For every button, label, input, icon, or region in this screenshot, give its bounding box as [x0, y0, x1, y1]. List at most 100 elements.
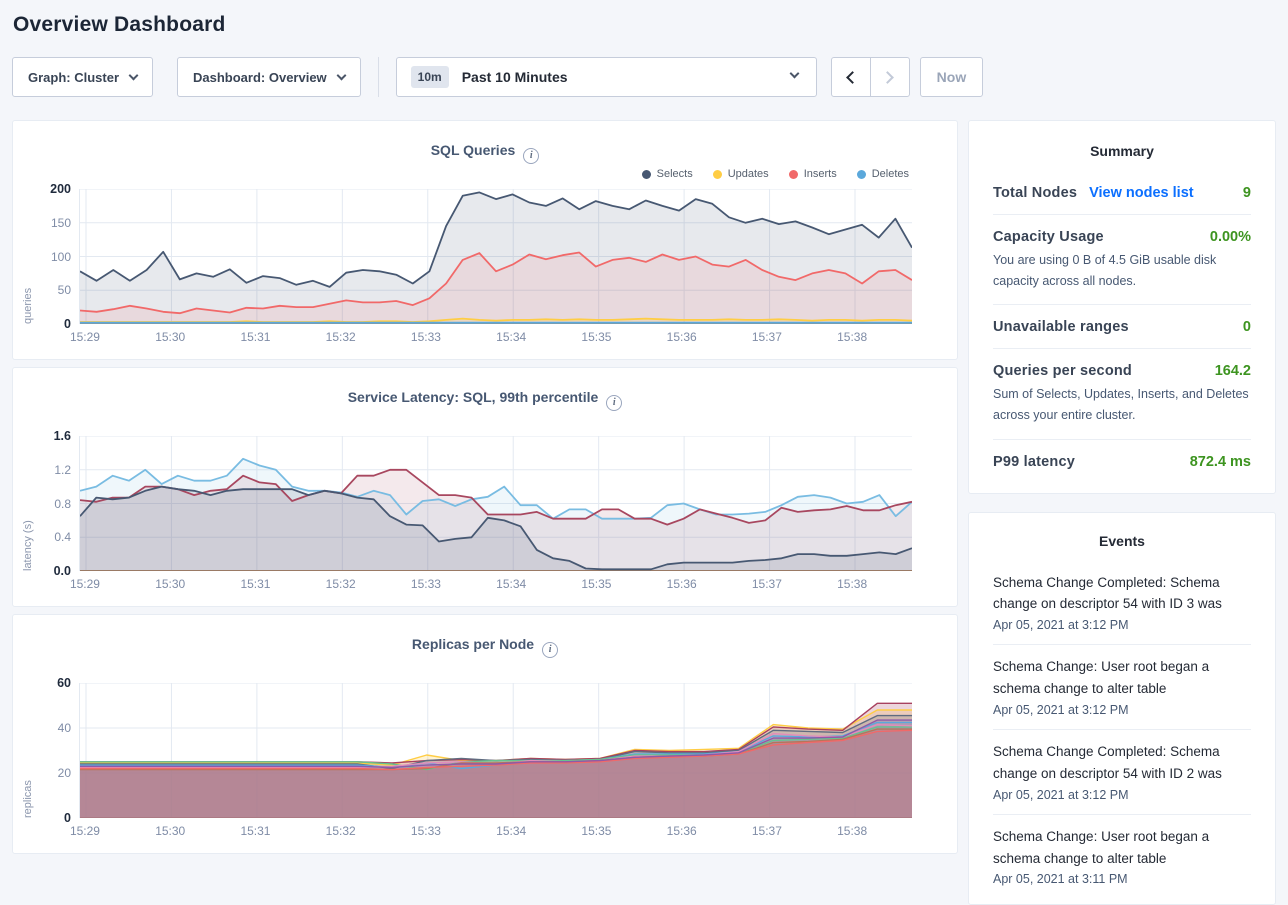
summary-row-value: 0.00%	[1210, 229, 1251, 245]
y-tick-label: 0.0	[54, 564, 71, 578]
x-tick-label: 15:32	[326, 824, 356, 838]
legend-item-deletes[interactable]: Deletes	[857, 168, 909, 180]
legend-dot	[789, 170, 798, 179]
x-tick-label: 15:35	[581, 330, 611, 344]
events-title: Events	[993, 531, 1251, 561]
chart-x-axis: 15:2915:3015:3115:3215:3315:3415:3515:36…	[79, 818, 909, 840]
event-text: Schema Change Completed: Schema change o…	[993, 741, 1251, 785]
event-timestamp: Apr 05, 2021 at 3:12 PM	[993, 618, 1251, 632]
event-text: Schema Change Completed: Schema change o…	[993, 572, 1251, 616]
summary-row-value: 0	[1243, 319, 1251, 335]
chart-svg	[80, 189, 912, 324]
graph-dropdown[interactable]: Graph: Cluster	[12, 57, 153, 97]
summary-row-unavailable-ranges: Unavailable ranges 0	[993, 305, 1251, 348]
y-axis-label: queries	[22, 189, 34, 324]
time-range-label: Past 10 Minutes	[462, 69, 568, 85]
summary-row-value: 9	[1243, 185, 1251, 201]
legend-item-selects[interactable]: Selects	[642, 168, 693, 180]
legend-item-updates[interactable]: Updates	[713, 168, 769, 180]
toolbar-divider	[378, 57, 379, 97]
info-icon[interactable]: i	[606, 395, 622, 411]
summary-row-label: Capacity Usage	[993, 229, 1104, 245]
toolbar: Graph: Cluster Dashboard: Overview 10m P…	[12, 57, 1276, 97]
x-tick-label: 15:30	[155, 824, 185, 838]
chevron-down-icon	[336, 70, 346, 80]
graph-dropdown-label: Graph: Cluster	[28, 70, 119, 85]
chart-title: Service Latency: SQL, 99th percentile	[348, 389, 599, 405]
x-tick-label: 15:29	[70, 330, 100, 344]
x-tick-label: 15:34	[496, 824, 526, 838]
summary-panel: Summary Total Nodes View nodes list 9 Ca…	[968, 120, 1276, 494]
chart-panel-service-latency: Service Latency: SQL, 99th percentile i l…	[12, 367, 958, 607]
chevron-right-icon	[881, 71, 894, 84]
chart-plot[interactable]: queries050100150200	[79, 189, 909, 324]
x-tick-label: 15:34	[496, 330, 526, 344]
x-tick-label: 15:31	[240, 824, 270, 838]
legend-dot	[857, 170, 866, 179]
x-tick-label: 15:36	[667, 577, 697, 591]
x-tick-label: 15:31	[240, 577, 270, 591]
x-tick-label: 15:36	[667, 824, 697, 838]
chevron-left-icon	[846, 71, 859, 84]
now-button-label: Now	[937, 69, 967, 85]
legend-item-inserts[interactable]: Inserts	[789, 168, 837, 180]
info-icon[interactable]: i	[542, 642, 558, 658]
x-tick-label: 15:30	[155, 577, 185, 591]
chart-legend: Selects Updates Inserts Deletes	[642, 168, 909, 180]
legend-label: Inserts	[804, 168, 837, 180]
x-tick-label: 15:33	[411, 577, 441, 591]
chart-x-axis: 15:2915:3015:3115:3215:3315:3415:3515:36…	[79, 324, 909, 346]
x-tick-label: 15:33	[411, 824, 441, 838]
event-text: Schema Change: User root began a schema …	[993, 826, 1251, 870]
x-tick-label: 15:34	[496, 577, 526, 591]
legend-dot	[713, 170, 722, 179]
x-tick-label: 15:38	[837, 824, 867, 838]
chart-svg	[80, 683, 912, 818]
x-tick-label: 15:31	[240, 330, 270, 344]
x-tick-label: 15:30	[155, 330, 185, 344]
chart-svg	[80, 436, 912, 571]
x-tick-label: 15:32	[326, 577, 356, 591]
y-tick-label: 0	[64, 317, 71, 331]
x-tick-label: 15:33	[411, 330, 441, 344]
chart-plot[interactable]: replicas0204060	[79, 683, 909, 818]
y-axis-label: latency (s)	[22, 436, 34, 571]
legend-dot	[642, 170, 651, 179]
x-tick-label: 15:37	[752, 824, 782, 838]
y-tick-label: 0	[64, 811, 71, 825]
time-range-selector[interactable]: 10m Past 10 Minutes	[396, 57, 817, 97]
x-tick-label: 15:36	[667, 330, 697, 344]
x-tick-label: 15:35	[581, 577, 611, 591]
chart-title: Replicas per Node	[412, 636, 534, 652]
info-icon[interactable]: i	[523, 148, 539, 164]
y-tick-label: 100	[51, 250, 71, 264]
summary-row-label: Unavailable ranges	[993, 319, 1129, 335]
page-title: Overview Dashboard	[0, 0, 1288, 37]
y-tick-label: 0.4	[54, 530, 71, 544]
events-panel: Events Schema Change Completed: Schema c…	[968, 512, 1276, 905]
y-tick-label: 50	[58, 283, 71, 297]
y-tick-label: 150	[51, 216, 71, 230]
summary-row-label: Total Nodes	[993, 185, 1077, 201]
chart-plot[interactable]: latency (s)0.00.40.81.21.6	[79, 436, 909, 571]
summary-row-value: 164.2	[1215, 363, 1251, 379]
summary-row-p99-latency: P99 latency 872.4 ms	[993, 440, 1251, 483]
summary-row-label: P99 latency	[993, 454, 1075, 470]
event-item: Schema Change Completed: Schema change o…	[993, 730, 1251, 814]
event-timestamp: Apr 05, 2021 at 3:12 PM	[993, 703, 1251, 717]
x-tick-label: 15:32	[326, 330, 356, 344]
event-item: Schema Change Completed: Schema change o…	[993, 561, 1251, 645]
x-tick-label: 15:37	[752, 577, 782, 591]
y-tick-label: 200	[50, 182, 71, 196]
x-tick-label: 15:38	[837, 330, 867, 344]
event-item: Schema Change: User root began a schema …	[993, 645, 1251, 729]
summary-row-value: 872.4 ms	[1190, 454, 1251, 470]
time-forward-button[interactable]	[870, 57, 910, 97]
x-tick-label: 15:37	[752, 330, 782, 344]
x-tick-label: 15:29	[70, 824, 100, 838]
dashboard-dropdown-label: Dashboard: Overview	[193, 70, 327, 85]
dashboard-dropdown[interactable]: Dashboard: Overview	[177, 57, 361, 97]
now-button[interactable]: Now	[920, 57, 984, 97]
view-nodes-list-link[interactable]: View nodes list	[1089, 185, 1194, 201]
time-back-button[interactable]	[831, 57, 871, 97]
